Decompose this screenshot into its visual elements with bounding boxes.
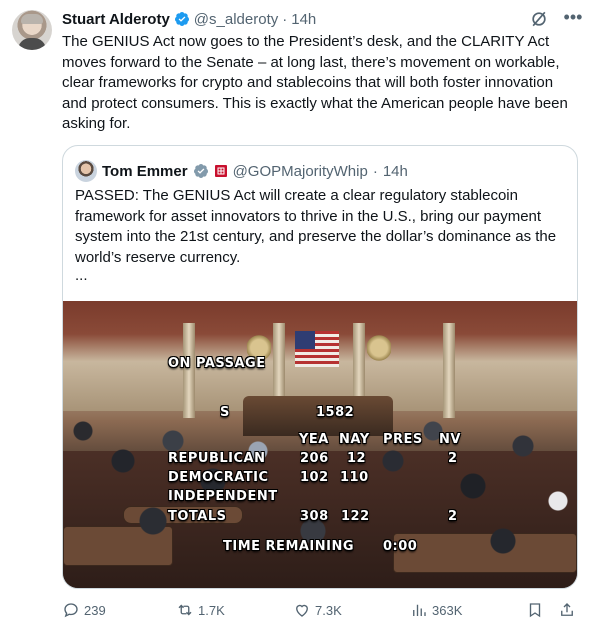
bill-prefix: S [220,405,230,420]
share-icon [561,603,573,616]
row-nay: 110 [340,470,369,485]
quoted-author-handle[interactable]: @GOPMajorityWhip [233,163,368,180]
bill-number: 1582 [316,405,355,420]
author-name[interactable]: Stuart Alderoty [62,11,170,28]
verified-gray-badge-icon [193,164,208,178]
quoted-timestamp[interactable]: 14h [383,163,408,180]
heart-icon [296,604,308,617]
col-nay: NAY [339,432,370,447]
bookmark-button[interactable] [526,600,544,620]
verified-badge-icon [174,12,189,26]
quoted-text: PASSED: The GENIUS Act will create a cle… [75,187,557,266]
share-button[interactable] [558,600,576,620]
reply-icon [64,603,78,618]
like-count: 7.3K [315,602,342,618]
row-label: REPUBLICAN [168,451,266,466]
row-nv: 2 [448,509,458,524]
tweet-header: Stuart Alderoty @s_alderoty · 14h [62,9,316,29]
like-button[interactable]: 7.3K [293,600,342,620]
avatar-body [18,38,46,50]
row-label: TOTALS [168,509,227,524]
timestamp[interactable]: 14h [291,11,316,28]
repost-button[interactable]: 1.7K [176,600,225,620]
quoted-author-name[interactable]: Tom Emmer [102,163,188,180]
on-passage-label: ON PASSAGE [168,356,266,371]
row-nay: 12 [347,451,367,466]
vote-board-overlay: ON PASSAGE S 1582 YEA NAY PRES NV REPUBL… [63,301,577,588]
col-nv: NV [439,432,461,447]
row-nv: 2 [448,451,458,466]
col-yea: YEA [299,432,329,447]
repost-icon [178,604,192,616]
bookmark-icon [529,603,541,618]
house-floor-vote-image[interactable]: ON PASSAGE S 1582 YEA NAY PRES NV REPUBL… [63,301,577,588]
row-yea: 206 [300,451,329,466]
separator-dot: · [282,10,288,28]
quoted-separator-dot: · [372,162,378,180]
author-handle[interactable]: @s_alderoty [194,11,278,28]
author-avatar[interactable] [12,10,52,50]
analytics-icon [413,604,426,616]
row-yea: 102 [300,470,329,485]
repost-count: 1.7K [198,602,225,618]
action-bar: 239 1.7K 7.3K 363K [62,600,582,622]
row-label: INDEPENDENT [168,489,278,504]
top-actions: ••• [529,8,583,29]
view-count: 363K [432,602,463,618]
quoted-author-avatar[interactable] [75,160,97,182]
quoted-header: Tom Emmer @GOPMajorityWhip · 14h [75,160,408,182]
views-button[interactable]: 363K [410,600,462,620]
quoted-ellipsis: ... [75,267,88,284]
affiliation-portcullis-icon[interactable] [214,164,228,178]
row-label: DEMOCRATIC [168,470,269,485]
time-remaining-label: TIME REMAINING [223,539,355,554]
time-remaining-value: 0:00 [383,539,418,554]
col-pres: PRES [383,432,423,447]
reply-button[interactable]: 239 [62,600,106,620]
tweet-text: The GENIUS Act now goes to the President… [62,33,568,132]
row-nay: 122 [341,509,370,524]
grok-icon[interactable] [529,9,549,29]
row-yea: 308 [300,509,329,524]
tweet[interactable]: Stuart Alderoty @s_alderoty · 14h ••• Th… [0,0,595,635]
avatar-hair [21,14,43,24]
reply-count: 239 [84,602,106,618]
quoted-tweet[interactable]: Tom Emmer @GOPMajorityWhip · 14h PASSED:… [62,145,578,589]
more-options-icon[interactable]: ••• [563,8,583,29]
